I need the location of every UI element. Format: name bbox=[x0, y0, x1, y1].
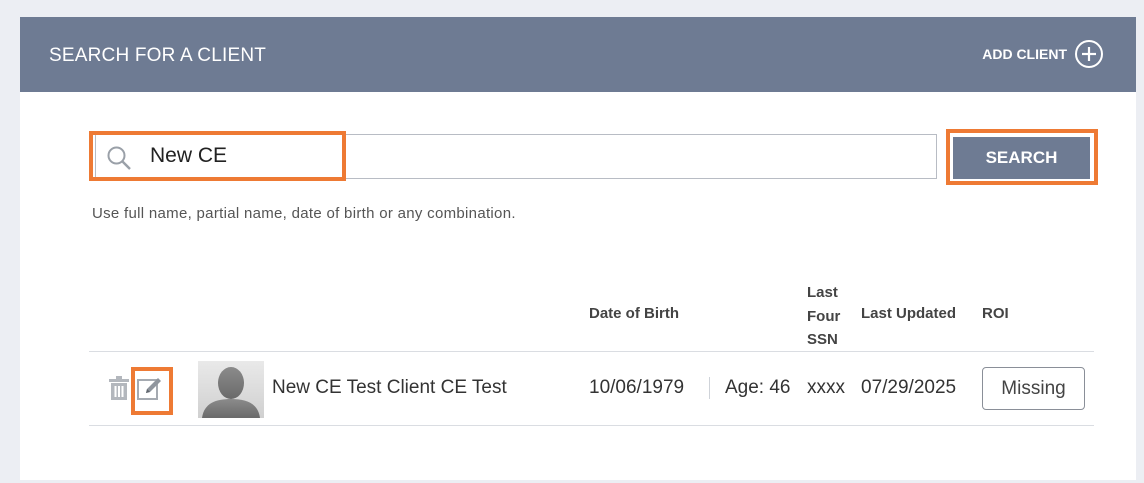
edit-icon-highlight bbox=[131, 367, 173, 415]
plus-circle-icon bbox=[1075, 40, 1103, 68]
client-ssn: xxxx bbox=[807, 377, 845, 398]
client-last-updated: 07/29/2025 bbox=[861, 377, 957, 398]
search-hint: Use full name, partial name, date of bir… bbox=[92, 205, 516, 222]
cell-separator bbox=[709, 377, 710, 399]
search-input-highlight bbox=[89, 131, 346, 181]
column-header-dob: Date of Birth bbox=[589, 305, 679, 322]
client-age: Age: 46 bbox=[725, 377, 791, 398]
table-divider bbox=[89, 425, 1094, 426]
column-header-ssn-text: Last Four SSN bbox=[807, 284, 841, 348]
client-search-panel: SEARCH FOR A CLIENT ADD CLIENT bbox=[20, 17, 1136, 480]
trash-icon[interactable] bbox=[107, 375, 131, 401]
client-name[interactable]: New CE Test Client CE Test bbox=[272, 377, 507, 399]
add-client-button[interactable]: ADD CLIENT bbox=[982, 39, 1104, 69]
add-client-label: ADD CLIENT bbox=[982, 46, 1067, 62]
roi-missing-button[interactable]: Missing bbox=[982, 367, 1085, 410]
search-button-highlight bbox=[946, 129, 1098, 185]
avatar bbox=[198, 361, 264, 418]
client-dob: 10/06/1979 bbox=[589, 377, 685, 398]
panel-header: SEARCH FOR A CLIENT ADD CLIENT bbox=[20, 17, 1136, 92]
table-divider bbox=[89, 351, 1094, 352]
page-title: SEARCH FOR A CLIENT bbox=[49, 45, 267, 66]
column-header-roi: ROI bbox=[982, 305, 1009, 322]
column-header-ssn: Last Four SSN bbox=[807, 281, 845, 352]
column-header-updated: Last Updated bbox=[861, 305, 957, 322]
